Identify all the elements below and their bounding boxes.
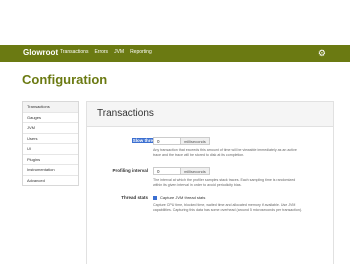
sidebar-item-instrumentation[interactable]: Instrumentation — [23, 165, 78, 176]
nav-transactions[interactable]: Transactions — [60, 49, 88, 55]
profiling-interval-unit: milliseconds — [181, 167, 210, 175]
thread-stats-help: Capture CPU time, blocked time, waited t… — [153, 203, 303, 212]
thread-stats-checkbox[interactable] — [153, 196, 157, 200]
brand-logo[interactable]: Glowroot — [23, 48, 58, 57]
top-navbar: Glowroot Transactions Errors JVM Reporti… — [0, 45, 350, 62]
sidebar-item-advanced[interactable]: Advanced — [23, 176, 78, 186]
nav-reporting[interactable]: Reporting — [130, 49, 152, 55]
sidebar-item-transactions[interactable]: Transactions — [23, 102, 78, 113]
panel-title: Transactions — [97, 108, 154, 119]
page-title: Configuration — [22, 72, 108, 87]
profiling-interval-label: Profiling interval — [112, 168, 148, 173]
sidebar-item-users[interactable]: Users — [23, 134, 78, 144]
main-nav: Transactions Errors JVM Reporting — [60, 49, 152, 55]
gear-icon[interactable]: ⚙ — [318, 48, 326, 58]
nav-errors[interactable]: Errors — [94, 49, 108, 55]
sidebar-item-plugins[interactable]: Plugins — [23, 155, 78, 165]
profiling-interval-input[interactable]: 0 — [153, 167, 181, 175]
sidebar-item-gauges[interactable]: Gauges — [23, 113, 78, 123]
profiling-interval-help: The interval at which the profiler sampl… — [153, 178, 296, 187]
nav-jvm[interactable]: JVM — [114, 49, 124, 55]
sidebar-item-ui[interactable]: UI — [23, 144, 78, 155]
slow-threshold-unit: milliseconds — [181, 137, 210, 145]
transactions-panel: Transactions Slow threshold 0 millisecon… — [86, 101, 334, 264]
config-sidebar: Transactions Gauges JVM Users UI Plugins… — [22, 101, 79, 186]
slow-threshold-help: Any transaction that exceeds this amount… — [153, 148, 297, 157]
slow-threshold-input[interactable]: 0 — [153, 137, 181, 145]
thread-stats-label: Thread stats — [121, 195, 148, 200]
sidebar-item-jvm[interactable]: JVM — [23, 123, 78, 134]
thread-stats-checkbox-label[interactable]: Capture JVM thread stats — [160, 195, 205, 200]
